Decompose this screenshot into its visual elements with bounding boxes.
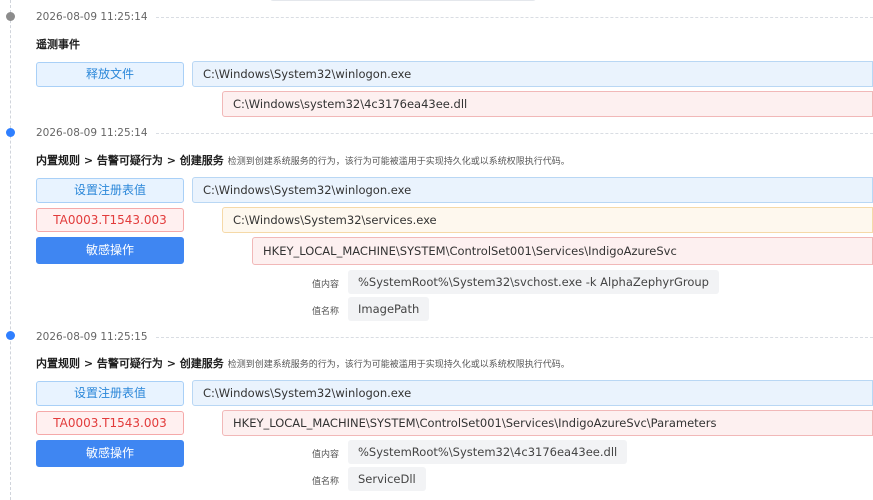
rule-path[interactable]: 内置规则 > 告警可疑行为 > 创建服务	[36, 154, 224, 167]
action-tag[interactable]: 设置注册表值	[36, 178, 184, 203]
event-timestamp: 2026-08-09 11:25:14	[36, 127, 148, 139]
timeline-dot	[6, 12, 15, 21]
value-content-label: 值内容	[312, 450, 340, 460]
timestamp-divider	[156, 337, 873, 338]
process-path[interactable]: C:\Windows\System32\winlogon.exe	[192, 61, 873, 87]
action-tag[interactable]: 释放文件	[36, 62, 184, 87]
value-name-label: 值名称	[312, 477, 340, 487]
value-content: %SystemRoot%\System32\svchost.exe -k Alp…	[348, 270, 719, 294]
value-name: ServiceDll	[348, 467, 426, 491]
timeline-dot	[6, 331, 15, 340]
action-tag[interactable]: 设置注册表值	[36, 381, 184, 406]
event-timestamp: 2026-08-09 11:25:15	[36, 331, 148, 343]
previous-card-edge	[270, 0, 536, 1]
event-type-label: 遥测事件	[36, 38, 80, 51]
value-name-label: 值名称	[312, 307, 340, 317]
rule-path[interactable]: 内置规则 > 告警可疑行为 > 创建服务	[36, 357, 224, 370]
timestamp-divider	[156, 17, 873, 18]
timeline-dot	[6, 128, 15, 137]
child-process-path[interactable]: C:\Windows\System32\services.exe	[222, 207, 873, 233]
attack-technique-tag[interactable]: TA0003.T1543.003	[36, 208, 184, 232]
event-title: 遥测事件	[36, 36, 80, 52]
sensitive-operation-button[interactable]: 敏感操作	[36, 237, 184, 264]
timestamp-divider	[156, 133, 873, 134]
rule-description: 检测到创建系统服务的行为，该行为可能被滥用于实现持久化或以系统权限执行代码。	[227, 157, 570, 167]
target-file-path[interactable]: C:\Windows\system32\4c3176ea43ee.dll	[222, 91, 873, 117]
registry-key-path[interactable]: HKEY_LOCAL_MACHINE\SYSTEM\ControlSet001\…	[252, 237, 873, 265]
rule-heading: 内置规则 > 告警可疑行为 > 创建服务 检测到创建系统服务的行为，该行为可能被滥…	[36, 152, 570, 168]
attack-technique-tag[interactable]: TA0003.T1543.003	[36, 411, 184, 435]
process-path[interactable]: C:\Windows\System32\winlogon.exe	[192, 177, 873, 203]
value-content-label: 值内容	[312, 280, 340, 290]
process-path[interactable]: C:\Windows\System32\winlogon.exe	[192, 380, 873, 406]
rule-heading: 内置规则 > 告警可疑行为 > 创建服务 检测到创建系统服务的行为，该行为可能被滥…	[36, 355, 570, 371]
event-timestamp: 2026-08-09 11:25:14	[36, 11, 148, 23]
value-name: ImagePath	[348, 297, 430, 321]
registry-key-path[interactable]: HKEY_LOCAL_MACHINE\SYSTEM\ControlSet001\…	[222, 410, 873, 436]
value-content: %SystemRoot%\System32\4c3176ea43ee.dll	[348, 440, 628, 464]
rule-description: 检测到创建系统服务的行为，该行为可能被滥用于实现持久化或以系统权限执行代码。	[227, 360, 570, 370]
timeline-line	[10, 0, 11, 500]
sensitive-operation-button[interactable]: 敏感操作	[36, 440, 184, 467]
